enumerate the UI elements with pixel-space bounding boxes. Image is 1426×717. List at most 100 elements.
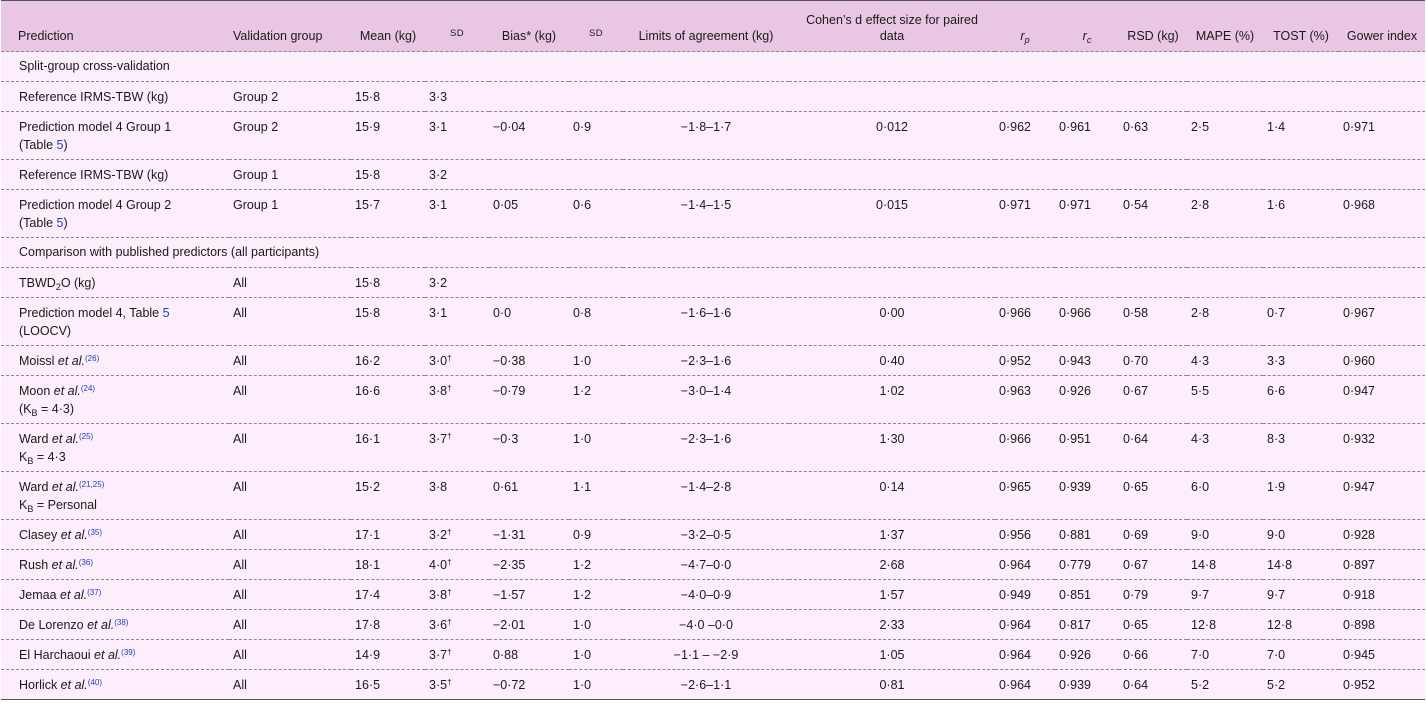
dagger-mark: †: [447, 558, 452, 567]
cell-rp: 0·962: [995, 111, 1055, 160]
cell-bias: −1·57: [489, 579, 569, 610]
et-al: et al.: [94, 648, 122, 662]
cell-tost: 1·4: [1263, 111, 1339, 160]
cell-sd-bias: 0·9: [569, 519, 623, 550]
cell-gower: 0·967: [1339, 297, 1425, 346]
header-rc: rc: [1055, 0, 1119, 52]
cell-group: All: [229, 519, 351, 550]
cell-cohen: 0·14: [789, 471, 995, 520]
cell-group: All: [229, 549, 351, 580]
cell-mape: 2·8: [1187, 189, 1263, 238]
cell-mean: 14·9: [351, 639, 425, 670]
prediction-line2-end: ): [63, 216, 68, 230]
cell-bias: −1·31: [489, 519, 569, 550]
cell-mean: 15·2: [351, 471, 425, 520]
cell-mean: 15·9: [351, 111, 425, 160]
author-name: Clasey: [19, 528, 61, 542]
citation-link[interactable]: (39): [121, 648, 135, 657]
cell-rsd: 0·65: [1119, 609, 1187, 640]
cell-rc: 0·926: [1055, 375, 1119, 424]
header-validation-group: Validation group: [229, 0, 351, 52]
cell-prediction: Moissl et al.(26): [1, 345, 229, 376]
table-link[interactable]: 5: [163, 306, 170, 320]
prediction-line2-end: ): [63, 138, 68, 152]
citation-link[interactable]: (36): [79, 558, 93, 567]
cell-sd: 3·5†: [425, 669, 489, 700]
citation-link[interactable]: (40): [88, 678, 102, 687]
cell-gower: 0·947: [1339, 471, 1425, 520]
kb-subscript: B: [27, 504, 34, 514]
sd-value: 3·7: [429, 648, 448, 662]
dagger-mark: †: [447, 678, 452, 687]
kb-value: = 4·3): [37, 402, 74, 416]
citation-link[interactable]: (37): [87, 588, 101, 597]
author-name: Rush: [19, 558, 52, 572]
cell-mean: 15·8: [351, 267, 425, 298]
header-tost: TOST (%): [1263, 0, 1339, 52]
author-name: De Lorenzo: [19, 618, 88, 632]
cell-cohen: 0·00: [789, 297, 995, 346]
kb-value: = Personal: [33, 498, 97, 512]
cell-rc: 0·939: [1055, 669, 1119, 700]
cell-sd: 3·2: [425, 159, 489, 190]
cell-cohen: 1·05: [789, 639, 995, 670]
cell-gower: 0·960: [1339, 345, 1425, 376]
cell-limits: −2·3–1·6: [623, 345, 789, 376]
table-row: Rush et al.(36) All 18·1 4·0† −2·35 1·2 …: [1, 549, 1425, 580]
author-name: Ward: [19, 432, 52, 446]
cell-mape: 7·0: [1187, 639, 1263, 670]
header-sd: SD: [425, 0, 489, 52]
cell-group: All: [229, 375, 351, 424]
cell-cohen: 1·57: [789, 579, 995, 610]
cell-sd: 3·2†: [425, 519, 489, 550]
citation-link[interactable]: (24): [81, 384, 95, 393]
prediction-text-end: O (kg): [60, 276, 96, 290]
cell-mape: 4·3: [1187, 423, 1263, 472]
citation-link[interactable]: (35): [88, 528, 102, 537]
citation-link[interactable]: (25): [79, 432, 93, 441]
section-title: Split-group cross-validation: [1, 51, 1425, 82]
cell-rp: 0·964: [995, 609, 1055, 640]
cell-mape: 9·7: [1187, 579, 1263, 610]
et-al: et al.: [57, 354, 86, 368]
cell-prediction: Horlick et al.(40): [1, 669, 229, 700]
cell-rc: 0·926: [1055, 639, 1119, 670]
citation-link[interactable]: (21,25): [79, 480, 104, 489]
cell-mean: 17·4: [351, 579, 425, 610]
cell-bias: 0·61: [489, 471, 569, 520]
cell-tost: 14·8: [1263, 549, 1339, 580]
cell-prediction: Jemaa et al.(37): [1, 579, 229, 610]
cell-limits: −1·4–2·8: [623, 471, 789, 520]
cell-mape: 4·3: [1187, 345, 1263, 376]
cell-bias: 0·05: [489, 189, 569, 238]
cell-gower: 0·971: [1339, 111, 1425, 160]
cell-prediction: Prediction model 4, Table 5 (LOOCV): [1, 297, 229, 346]
cell-group: Group 2: [229, 81, 351, 112]
cell-group: All: [229, 345, 351, 376]
citation-link[interactable]: (38): [114, 618, 128, 627]
cell-rp: 0·956: [995, 519, 1055, 550]
table-row: Reference IRMS-TBW (kg) Group 1 15·8 3·2: [1, 159, 1425, 190]
cell-prediction: Ward et al.(25) KB = 4·3: [1, 423, 229, 472]
citation-link[interactable]: (26): [85, 354, 99, 363]
cell-rsd: 0·69: [1119, 519, 1187, 550]
cell-sd: 3·7†: [425, 423, 489, 472]
prediction-line2: (Table: [19, 216, 57, 230]
cell-rc: 0·971: [1055, 189, 1119, 238]
cell-mean: 15·7: [351, 189, 425, 238]
cell-mean: 18·1: [351, 549, 425, 580]
dagger-mark: †: [447, 528, 452, 537]
cell-limits: −1·4–1·5: [623, 189, 789, 238]
cell-rc: 0·881: [1055, 519, 1119, 550]
table-row: TBWD2O (kg) All 15·8 3·2: [1, 267, 1425, 298]
cell-mape: 6·0: [1187, 471, 1263, 520]
et-al: et al.: [51, 480, 79, 494]
cell-mean: 16·2: [351, 345, 425, 376]
cell-limits: −4·7–0·0: [623, 549, 789, 580]
header-rc-sub: c: [1086, 35, 1092, 45]
et-al: et al.: [60, 678, 88, 692]
cell-prediction: Ward et al.(21,25) KB = Personal: [1, 471, 229, 520]
cell-prediction: Reference IRMS-TBW (kg): [1, 159, 229, 190]
section-row-published: Comparison with published predictors (al…: [1, 237, 1425, 268]
sd-value: 3·0: [429, 354, 448, 368]
